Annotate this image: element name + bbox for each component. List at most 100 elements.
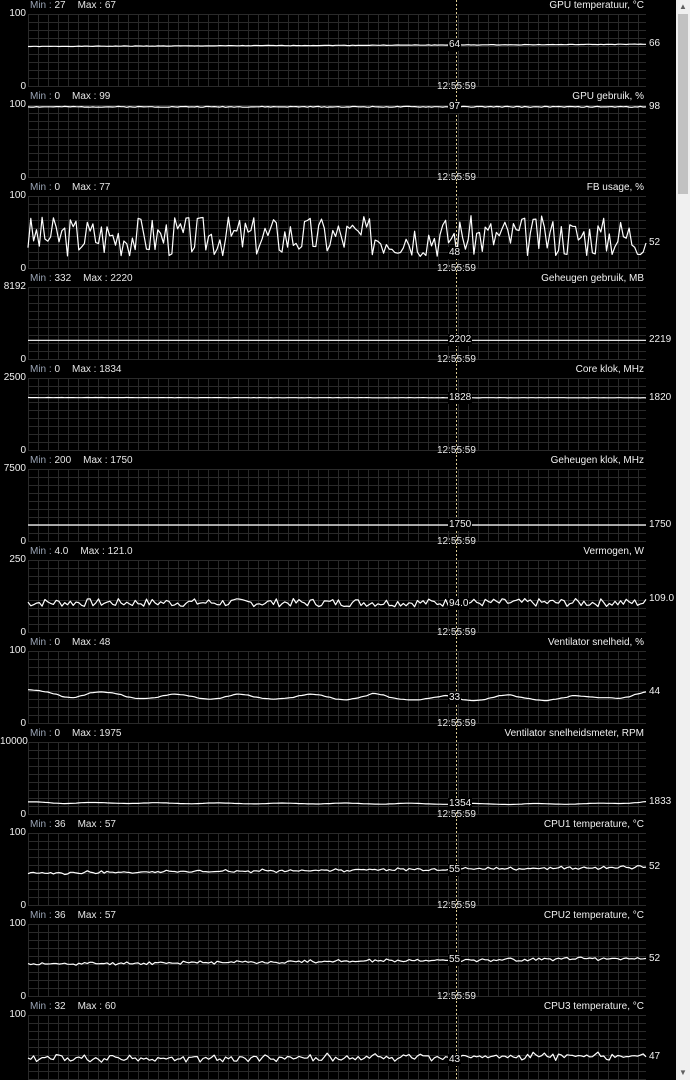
min-max-readout: Min : 0 Max : 99 — [30, 91, 110, 103]
cursor-value: 33 — [448, 691, 462, 704]
graph-panel-cpu1-temp[interactable]: Min : 36 Max : 57 CPU1 temperature, °C 10… — [0, 819, 676, 911]
current-value: 52 — [649, 861, 661, 873]
graph-title: CPU3 temperature, °C — [543, 1001, 644, 1012]
graph-plot[interactable] — [0, 819, 676, 910]
graph-plot[interactable] — [0, 91, 676, 182]
graph-panel-core-clock[interactable]: Min : 0 Max : 1834 Core klok, MHz 2500 0 … — [0, 364, 676, 456]
max-label: Max : — [77, 0, 103, 11]
graph-panel-power[interactable]: Min : 4.0 Max : 121.0 Vermogen, W 250 0 1… — [0, 546, 676, 638]
graph-title: Ventilator snelheidsmeter, RPM — [504, 728, 644, 739]
cursor-value: 2202 — [448, 334, 473, 347]
current-value: 47 — [649, 1050, 661, 1062]
max-value: 2220 — [110, 273, 133, 284]
min-value: 4.0 — [54, 546, 69, 557]
scroll-up-arrow[interactable]: ▲ — [676, 0, 690, 14]
graph-plot[interactable] — [0, 728, 676, 819]
graph-title: Ventilator snelheid, % — [547, 637, 644, 648]
min-max-readout: Min : 4.0 Max : 121.0 — [30, 546, 133, 558]
cursor-value: 97 — [448, 101, 462, 114]
graph-grid — [28, 14, 646, 87]
graph-grid — [28, 560, 646, 633]
max-label: Max : — [77, 819, 103, 830]
current-value: 44 — [649, 685, 661, 697]
graph-plot[interactable] — [0, 364, 676, 455]
graph-panel-cpu2-temp[interactable]: Min : 36 Max : 57 CPU2 temperature, °C 10… — [0, 910, 676, 1002]
scroll-thumb[interactable] — [678, 14, 688, 194]
y-axis-max-label: 100 — [9, 918, 26, 929]
current-value: 1750 — [649, 519, 672, 530]
max-label: Max : — [72, 364, 97, 375]
min-label: Min : — [30, 91, 52, 102]
max-value: 60 — [104, 1001, 116, 1012]
cursor-value: 43 — [448, 1053, 462, 1066]
graph-plot[interactable] — [0, 182, 676, 273]
max-label: Max : — [72, 182, 97, 193]
data-line-cpu2-temp — [27, 956, 647, 966]
max-label: Max : — [83, 455, 108, 466]
graph-panel-mem-clock[interactable]: Min : 200 Max : 1750 Geheugen klok, MHz 7… — [0, 455, 676, 547]
graph-plot[interactable] — [0, 0, 676, 91]
graph-plot[interactable] — [0, 637, 676, 728]
graph-grid — [28, 469, 646, 542]
cursor-value: 94.0 — [448, 598, 470, 611]
graph-title: Geheugen gebruik, MB — [541, 273, 644, 284]
cursor-value: 55 — [448, 953, 462, 966]
min-label: Min : — [30, 819, 52, 830]
graph-title: CPU1 temperature, °C — [543, 819, 644, 830]
y-axis-max-label: 100 — [9, 99, 26, 110]
current-value: 1833 — [649, 795, 672, 807]
y-axis-max-label: 100 — [9, 8, 26, 19]
graph-panel-gpu-temp[interactable]: Min : 27 Max : 67 GPU temperatuur, °C 100… — [0, 0, 676, 92]
min-max-readout: Min : 200 Max : 1750 — [30, 455, 133, 467]
graph-panel-cpu3-temp[interactable]: Min : 32 Max : 60 CPU3 temperature, °C 10… — [0, 1001, 676, 1080]
cursor-value: 1354 — [448, 798, 473, 811]
min-max-readout: Min : 36 Max : 57 — [30, 819, 116, 831]
min-max-readout: Min : 36 Max : 57 — [30, 910, 116, 922]
cursor-value: 64 — [448, 38, 462, 51]
graph-grid — [28, 378, 646, 451]
max-label: Max : — [83, 273, 108, 284]
y-axis-max-label: 100 — [9, 645, 26, 656]
graph-plot[interactable] — [0, 273, 676, 364]
max-value: 121.0 — [107, 546, 133, 557]
max-label: Max : — [72, 728, 97, 739]
graph-grid — [28, 105, 646, 178]
graph-plot[interactable] — [0, 546, 676, 637]
graph-panel-fb-usage[interactable]: Min : 0 Max : 77 FB usage, % 100 0 52 12:… — [0, 182, 676, 274]
min-max-readout: Min : 0 Max : 48 — [30, 637, 110, 649]
min-value: 0 — [54, 91, 61, 102]
y-axis-max-label: 100 — [9, 190, 26, 201]
y-axis-max-label: 10000 — [0, 736, 28, 747]
max-value: 1750 — [110, 455, 133, 466]
min-label: Min : — [30, 546, 52, 557]
min-max-readout: Min : 32 Max : 60 — [30, 1001, 116, 1013]
max-value: 57 — [104, 819, 116, 830]
graph-plot[interactable] — [0, 910, 676, 1001]
min-label: Min : — [30, 182, 52, 193]
min-max-readout: Min : 27 Max : 67 — [30, 0, 116, 12]
vertical-scrollbar[interactable]: ▲ ▼ — [676, 0, 690, 1080]
min-max-readout: Min : 332 Max : 2220 — [30, 273, 133, 285]
graph-title: CPU2 temperature, °C — [543, 910, 644, 921]
min-max-readout: Min : 0 Max : 1834 — [30, 364, 122, 376]
min-label: Min : — [30, 455, 52, 466]
max-value: 99 — [99, 91, 111, 102]
graph-panel-mem-usage[interactable]: Min : 332 Max : 2220 Geheugen gebruik, MB… — [0, 273, 676, 365]
graph-panel-fan-rpm[interactable]: Min : 0 Max : 1975 Ventilator snelheidsme… — [0, 728, 676, 820]
min-max-readout: Min : 0 Max : 77 — [30, 182, 110, 194]
graph-grid — [28, 1015, 646, 1080]
max-label: Max : — [80, 546, 105, 557]
graph-panel-gpu-usage[interactable]: Min : 0 Max : 99 GPU gebruik, % 100 0 98 … — [0, 91, 676, 183]
graph-title: FB usage, % — [586, 182, 644, 193]
current-value: 109.0 — [649, 593, 675, 605]
y-axis-max-label: 100 — [9, 1009, 26, 1020]
min-value: 200 — [54, 455, 72, 466]
max-value: 48 — [99, 637, 111, 648]
max-label: Max : — [72, 637, 97, 648]
graph-plot[interactable] — [0, 455, 676, 546]
scroll-down-arrow[interactable]: ▼ — [676, 1066, 690, 1080]
max-value: 1975 — [99, 728, 122, 739]
graph-panel-fan-speed[interactable]: Min : 0 Max : 48 Ventilator snelheid, % 1… — [0, 637, 676, 729]
current-value: 66 — [649, 38, 661, 50]
max-value: 67 — [104, 0, 116, 11]
